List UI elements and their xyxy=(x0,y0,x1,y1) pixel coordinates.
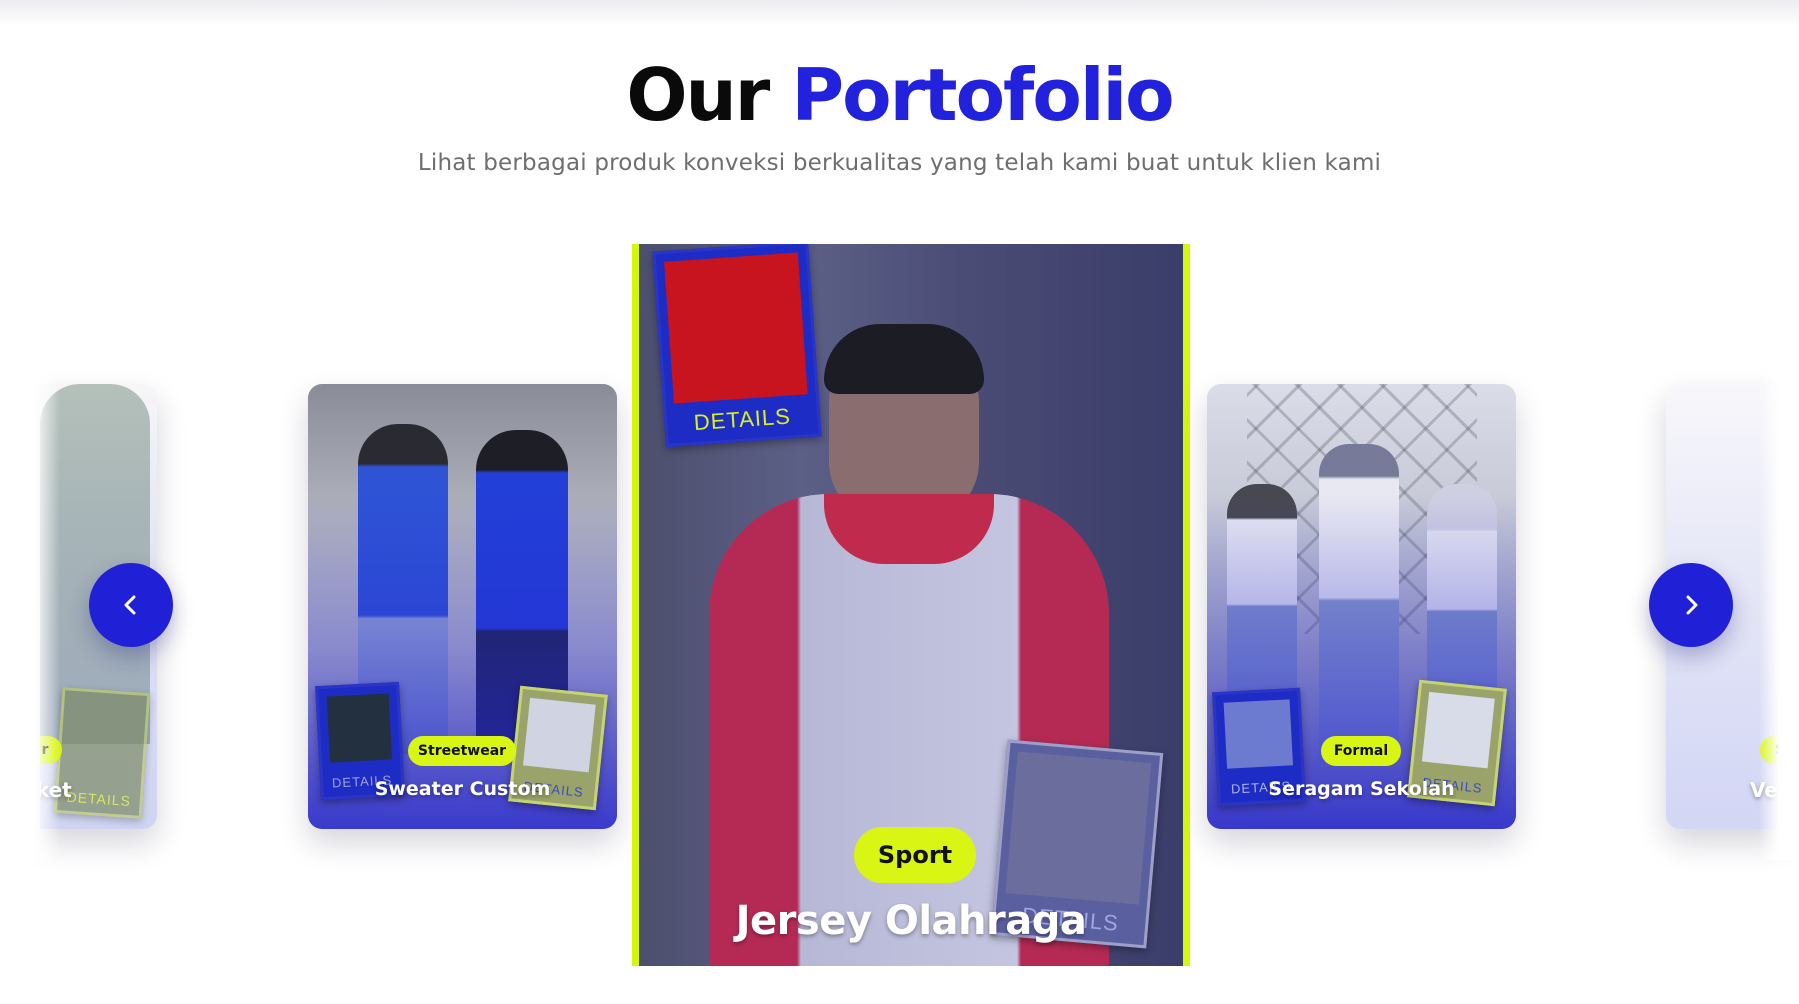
portfolio-card-seragam[interactable]: DETAILS DETAILS Formal Seragam Sekolah xyxy=(1207,384,1516,829)
card-tag: Streetwear xyxy=(408,736,516,766)
portfolio-card-jersey-active[interactable]: DETAILS DETAILS Sport Jersey Olahraga xyxy=(632,244,1190,966)
card-tag: Sport xyxy=(854,827,976,883)
section-title-part1: Our xyxy=(626,53,770,137)
header-shadow xyxy=(0,0,1799,26)
card-title: Sweater Custom xyxy=(374,778,551,800)
carousel-fade-right xyxy=(1759,340,1799,860)
section-title: Our Portofolio xyxy=(0,52,1799,138)
card-title: Jersey Olahraga xyxy=(735,898,1087,944)
portfolio-card-sweater[interactable]: DETAILS DETAILS Streetwear Sweater Custo… xyxy=(308,384,617,829)
card-tag: Formal xyxy=(1321,736,1401,766)
detail-thumbnail: DETAILS xyxy=(652,244,822,448)
carousel-prev-button[interactable] xyxy=(89,563,173,647)
carousel-fade-left xyxy=(0,340,60,860)
chevron-right-icon xyxy=(1686,595,1698,615)
chevron-left-icon xyxy=(124,595,136,615)
section-subtitle: Lihat berbagai produk konveksi berkualit… xyxy=(417,150,1382,176)
person-hair xyxy=(824,324,984,394)
detail-fabric-red xyxy=(664,252,808,404)
section-title-part2: Portofolio xyxy=(791,53,1174,137)
card-title: Seragam Sekolah xyxy=(1268,778,1455,800)
carousel-next-button[interactable] xyxy=(1649,563,1733,647)
